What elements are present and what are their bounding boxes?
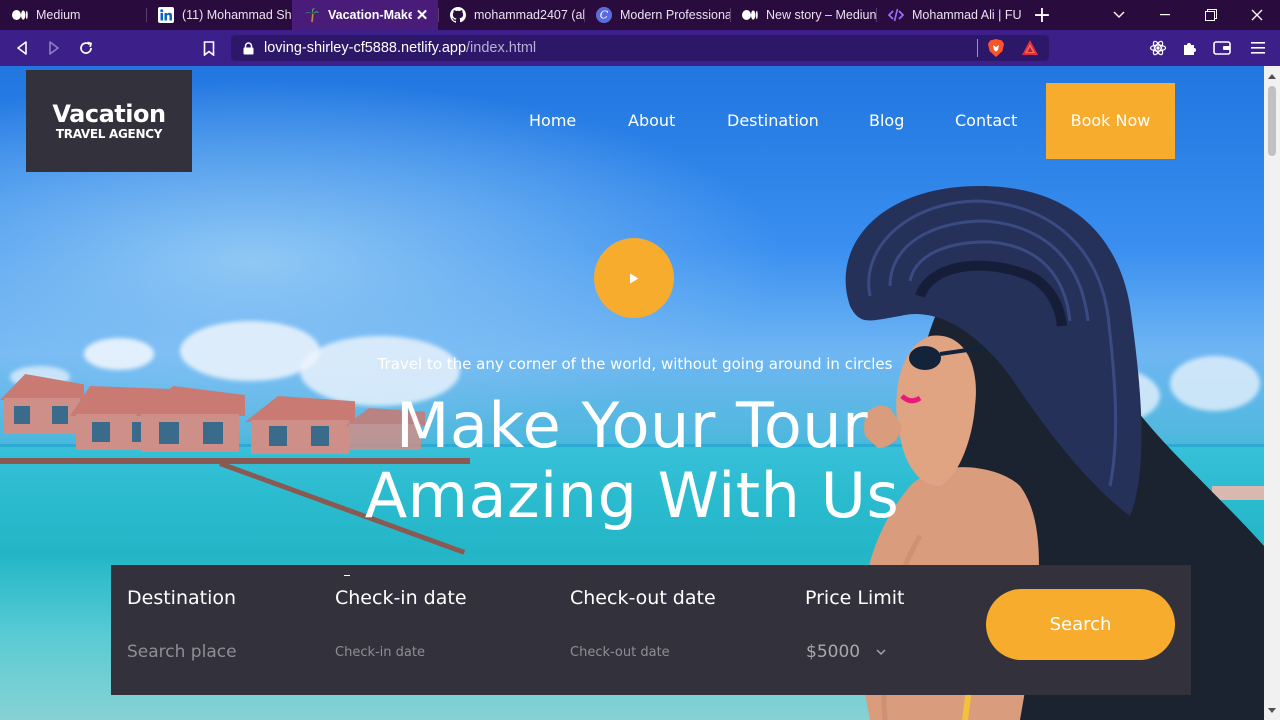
search-button[interactable]: Search (986, 589, 1175, 660)
book-now-button[interactable]: Book Now (1046, 83, 1175, 159)
tab-title: mohammad2407 (al (474, 8, 584, 22)
price-limit-value: $5000 (806, 642, 861, 662)
close-tab-icon[interactable]: ✕ (412, 6, 432, 24)
palm-tree-icon (304, 7, 320, 23)
tab-canva[interactable]: C Modern Professiona (584, 0, 730, 30)
headline-line-2: Amazing With Us (364, 459, 900, 532)
tab-search-chevron-icon[interactable] (1096, 0, 1142, 30)
tab-title: Modern Professiona (620, 8, 730, 22)
nav-link-blog[interactable]: Blog (869, 83, 904, 159)
lock-icon (243, 41, 254, 55)
menu-icon[interactable] (1242, 30, 1274, 66)
tab-medium[interactable]: Medium (0, 0, 146, 30)
restore-button[interactable] (1188, 0, 1234, 30)
headline-line-1: Make Your Tour (395, 389, 869, 462)
hero-tagline: Travel to the any corner of the world, w… (0, 355, 1264, 373)
forward-button[interactable] (38, 30, 70, 66)
tab-medium-new-story[interactable]: New story – Mediun (730, 0, 876, 30)
github-icon (450, 7, 466, 23)
wallet-icon[interactable] (1206, 30, 1238, 66)
code-icon (888, 7, 904, 23)
bookmark-icon[interactable] (193, 30, 225, 66)
price-limit-label: Price Limit (805, 587, 905, 609)
hero-section: Vacation TRAVEL AGENCY Home About Destin… (0, 66, 1264, 720)
browser-toolbar: loving-shirley-cf5888.netlify.app/index.… (0, 30, 1280, 66)
panel-marker (344, 575, 350, 576)
browser-tab-strip: Medium (11) Mohammad Sha Vacation-Make Y… (0, 0, 1280, 30)
svg-text:C: C (600, 9, 609, 22)
scroll-up-icon[interactable] (1264, 68, 1280, 84)
medium-icon (742, 7, 758, 23)
price-limit-select[interactable]: $5000 (806, 637, 906, 667)
tab-linkedin[interactable]: (11) Mohammad Sha (146, 0, 292, 30)
canva-icon: C (596, 7, 612, 23)
reload-button[interactable] (70, 30, 102, 66)
address-bar[interactable]: loving-shirley-cf5888.netlify.app/index.… (231, 35, 1049, 61)
destination-label: Destination (127, 587, 237, 609)
main-nav: Home About Destination Blog Contact Book… (0, 83, 1264, 159)
nav-link-about[interactable]: About (628, 83, 675, 159)
tab-title: (11) Mohammad Sha (182, 8, 292, 22)
brave-rewards-icon[interactable] (1021, 39, 1039, 61)
scroll-down-icon[interactable] (1264, 702, 1280, 718)
checkout-date-input[interactable] (570, 637, 770, 667)
checkin-date-input[interactable] (335, 637, 535, 667)
destination-input[interactable] (127, 637, 317, 667)
hero-headline: Make Your Tour Amazing With Us (300, 391, 964, 531)
scrollbar-thumb[interactable] (1268, 86, 1276, 156)
medium-icon (12, 7, 28, 23)
tab-portfolio[interactable]: Mohammad Ali | FU (876, 0, 1022, 30)
url-text: loving-shirley-cf5888.netlify.app/index.… (264, 40, 536, 56)
react-devtools-icon[interactable] (1142, 30, 1174, 66)
brave-shields-icon[interactable] (987, 38, 1005, 62)
checkout-label: Check-out date (570, 587, 716, 609)
tab-title: Mohammad Ali | FU (912, 8, 1022, 22)
page-scrollbar[interactable] (1264, 66, 1280, 720)
nav-link-destination[interactable]: Destination (727, 83, 819, 159)
close-window-button[interactable] (1234, 0, 1280, 30)
nav-link-home[interactable]: Home (529, 83, 576, 159)
url-path: /index.html (466, 40, 537, 56)
back-button[interactable] (6, 30, 38, 66)
tab-title: New story – Mediun (766, 8, 876, 22)
minimize-button[interactable] (1142, 0, 1188, 30)
chevron-down-icon (874, 645, 888, 659)
omnibox-divider (977, 39, 978, 57)
checkin-label: Check-in date (335, 587, 467, 609)
tab-title: Medium (36, 8, 81, 22)
overwater-hut (135, 386, 245, 466)
extensions-puzzle-icon[interactable] (1174, 30, 1206, 66)
linkedin-icon (158, 7, 174, 23)
tab-github[interactable]: mohammad2407 (al (438, 0, 584, 30)
play-video-button[interactable] (594, 238, 674, 318)
url-host: loving-shirley-cf5888.netlify.app (264, 40, 467, 56)
play-icon (629, 273, 639, 284)
tab-vacation[interactable]: Vacation-Make Y ✕ (292, 0, 438, 30)
tab-title: Vacation-Make Y (328, 8, 412, 22)
new-tab-button[interactable]: + (1022, 0, 1062, 30)
booking-search-form: Destination Check-in date Check-out date… (111, 565, 1191, 695)
nav-link-contact[interactable]: Contact (955, 83, 1017, 159)
hero-tagline-text: Travel to the any corner of the world, w… (377, 355, 893, 373)
